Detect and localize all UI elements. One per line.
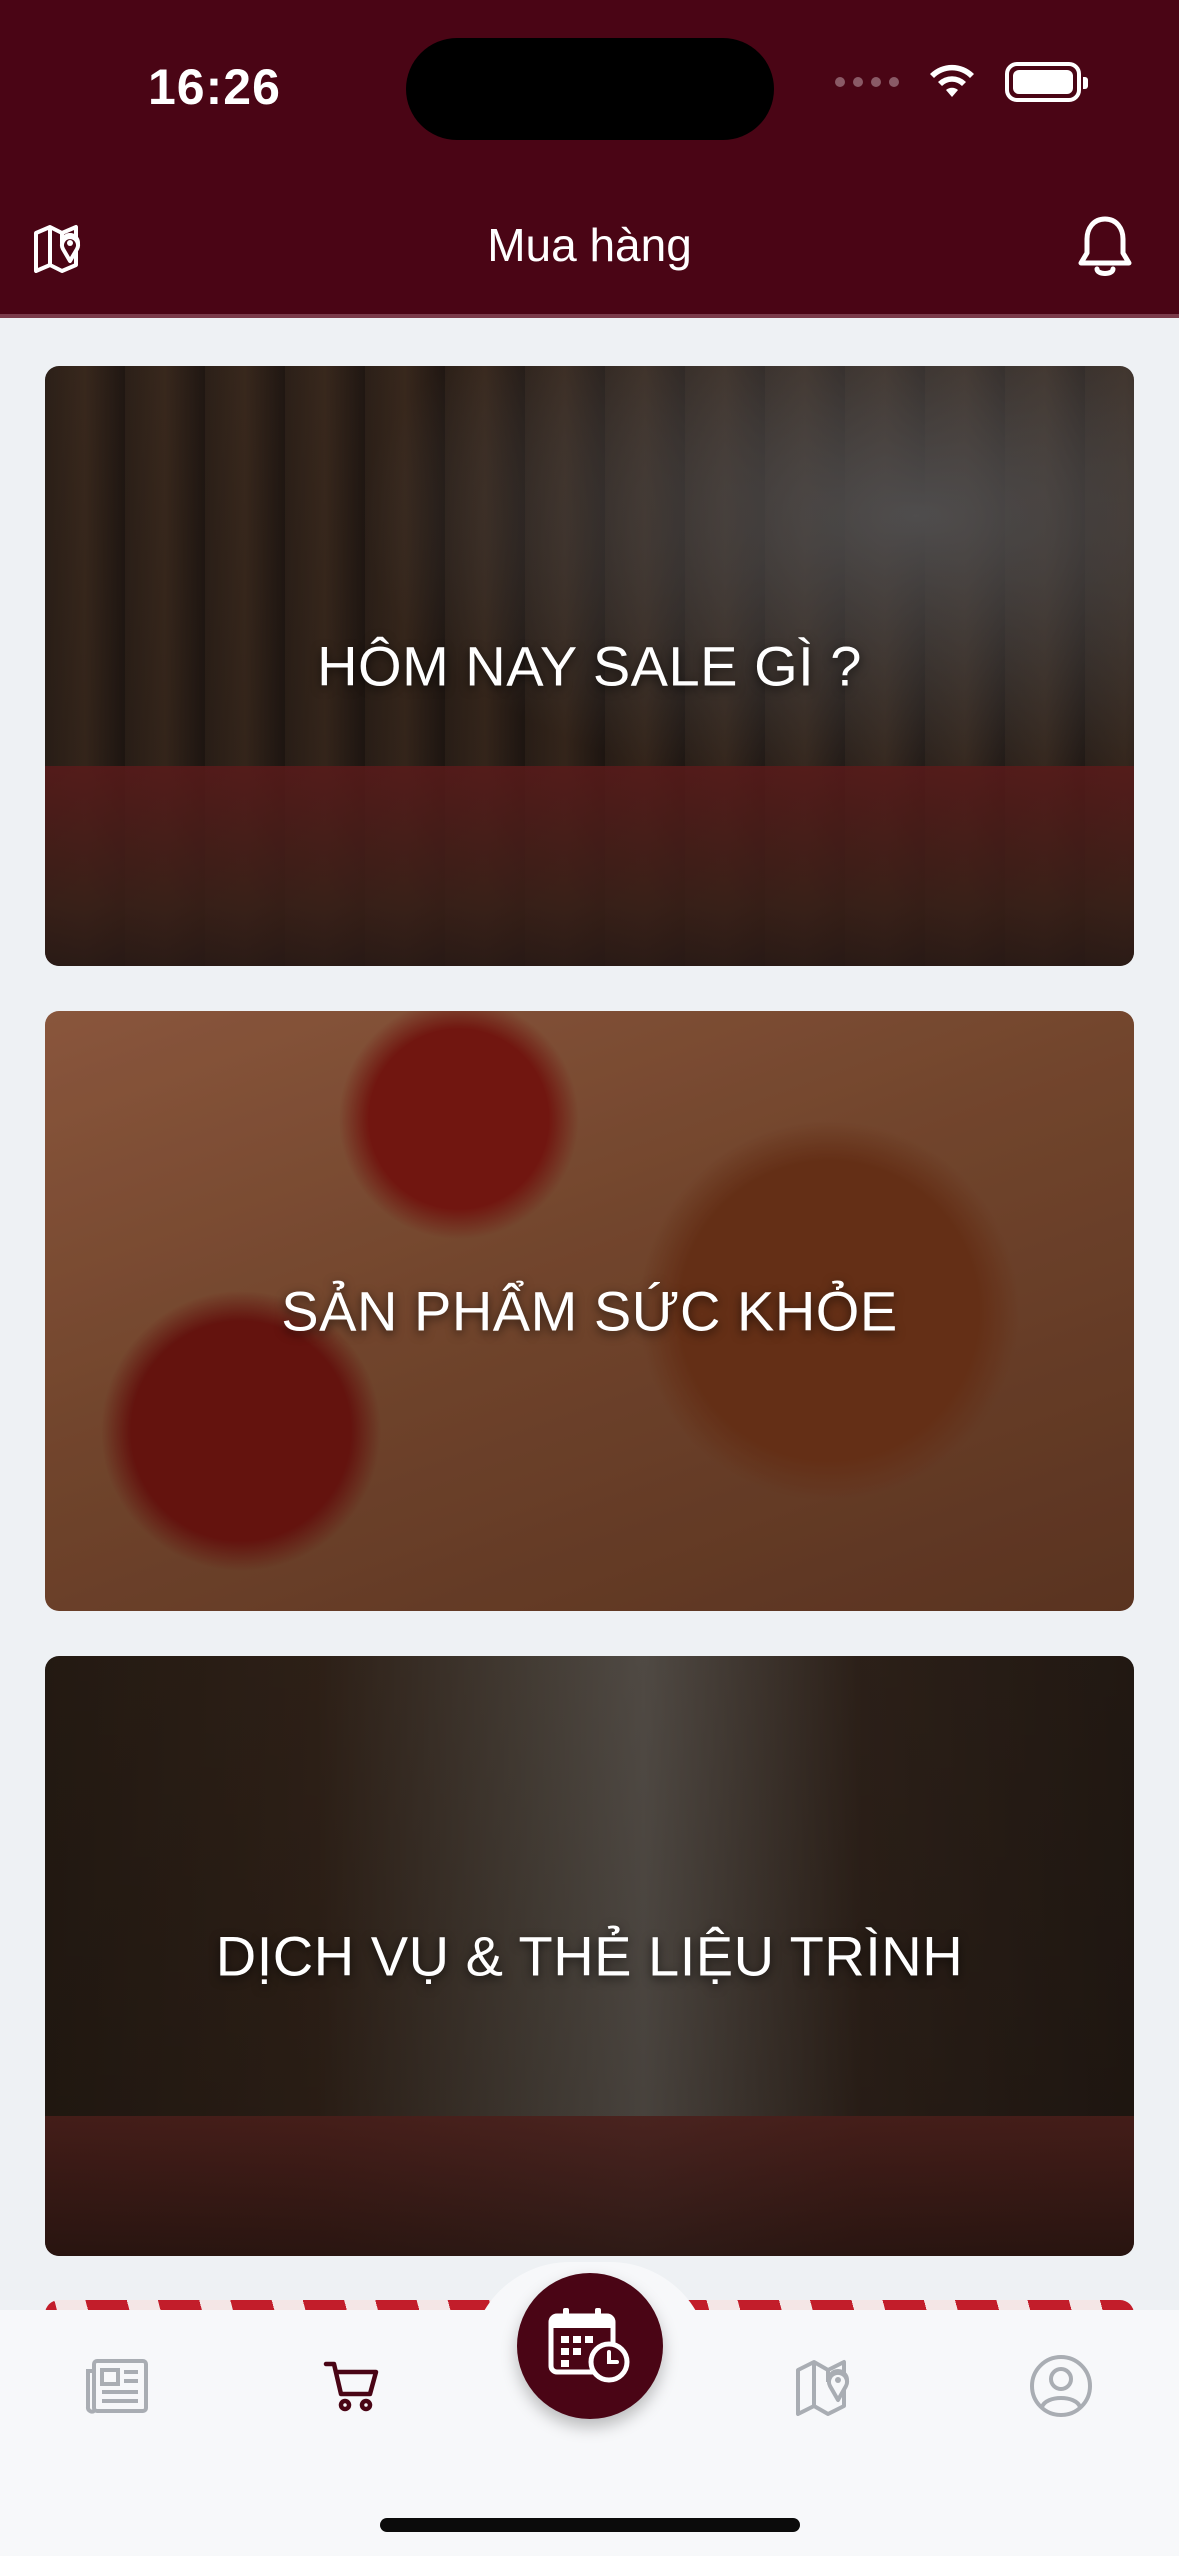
health-products-card[interactable]: SẢN PHẨM SỨC KHỎE: [45, 1011, 1134, 1611]
status-icons: [835, 62, 1088, 102]
page-title: Mua hàng: [487, 219, 692, 271]
card-label: DỊCH VỤ & THẺ LIỆU TRÌNH: [215, 1924, 964, 1988]
app-header: 16:26 Mua hàng: [0, 0, 1179, 318]
notifications-button[interactable]: [1070, 212, 1140, 282]
nav-news[interactable]: [74, 2343, 160, 2429]
bell-icon: [1078, 216, 1132, 276]
cart-icon: [323, 2361, 379, 2412]
booking-button[interactable]: [517, 2273, 663, 2419]
card-label: SẢN PHẨM SỨC KHỎE: [281, 1279, 898, 1343]
home-indicator: [380, 2518, 800, 2532]
signal-icon: [835, 77, 899, 87]
card-label: HÔM NAY SALE GÌ ?: [317, 634, 862, 698]
battery-icon: [1005, 62, 1088, 102]
nav-map[interactable]: [782, 2343, 868, 2429]
news-icon: [86, 2359, 148, 2414]
sale-today-card[interactable]: HÔM NAY SALE GÌ ?: [45, 366, 1134, 966]
nav-profile[interactable]: [1018, 2343, 1104, 2429]
map-pin-icon: [796, 2360, 849, 2416]
wifi-icon: [930, 64, 974, 97]
status-time: 16:26: [148, 59, 281, 115]
nav-cart[interactable]: [309, 2343, 395, 2429]
calendar-clock-icon: [548, 2308, 630, 2383]
services-card[interactable]: DỊCH VỤ & THẺ LIỆU TRÌNH: [45, 1656, 1134, 2256]
dynamic-island: [406, 38, 774, 140]
user-icon: [1030, 2355, 1092, 2417]
